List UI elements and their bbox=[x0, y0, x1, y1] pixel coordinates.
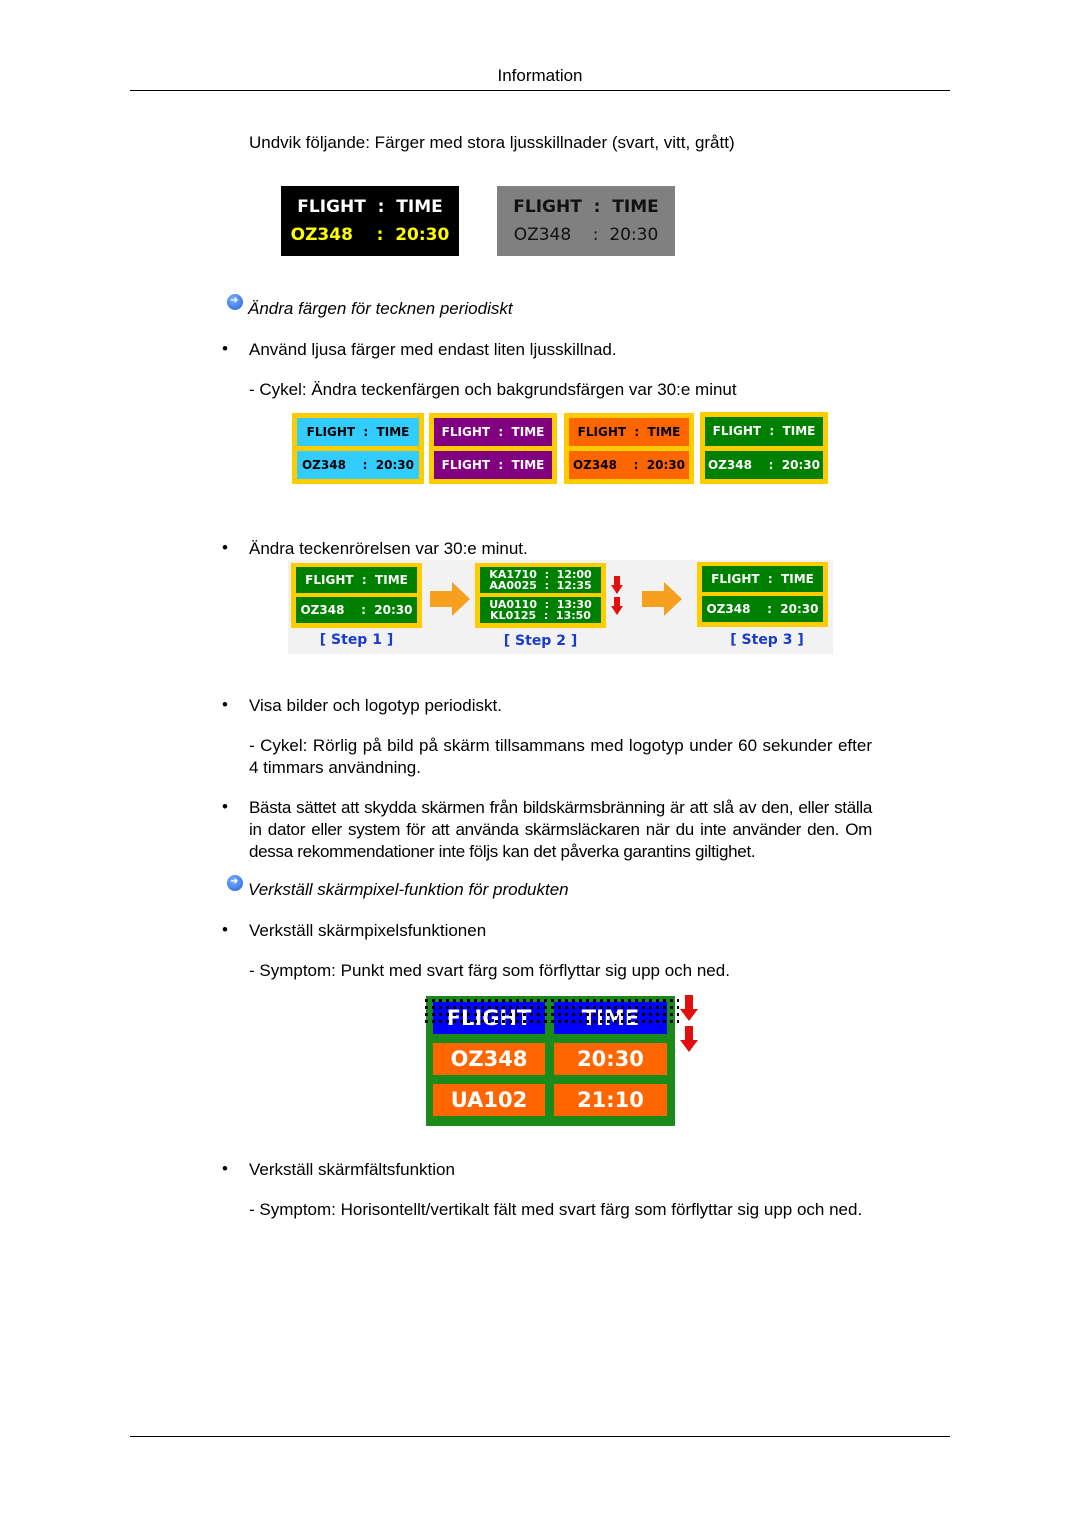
bullet-icon: • bbox=[222, 695, 228, 714]
down-arrow-icon bbox=[611, 576, 623, 594]
board-cell: OZ348 bbox=[433, 1043, 545, 1075]
section-title: Verkställ skärmpixel-funktion för produk… bbox=[248, 880, 569, 899]
right-arrow-icon bbox=[642, 582, 682, 616]
cycle-board: FLIGHT : TIME OZ348 : 20:30 bbox=[700, 412, 828, 484]
step2-board: KA1710 : 12:00 AA0025 : 12:35 UA0110 : 1… bbox=[475, 563, 606, 628]
step-label: [ Step 3 ] bbox=[730, 632, 804, 648]
board-row: OZ348 : 20:30 bbox=[702, 596, 823, 622]
bullet-text: Verkställ skärmfältsfunktion bbox=[249, 1160, 455, 1179]
sub-text: - Cykel: Ändra teckenfärgen och bakgrund… bbox=[249, 380, 737, 399]
board-row: FLIGHT : TIME bbox=[705, 417, 823, 446]
board-cell: 21:10 bbox=[554, 1084, 667, 1116]
right-arrow-icon bbox=[430, 582, 470, 616]
board-row: OZ348 : 20:30 bbox=[513, 225, 659, 245]
board-row: FLIGHT : TIME bbox=[513, 197, 659, 217]
arrow-circle-icon bbox=[227, 875, 243, 891]
bullet-text: Visa bilder och logotyp periodiskt. bbox=[249, 696, 502, 715]
step3-board: FLIGHT : TIME OZ348 : 20:30 bbox=[697, 562, 828, 627]
board-cell: 20:30 bbox=[554, 1043, 667, 1075]
scroll-line: AA0025 : 12:35 bbox=[489, 579, 592, 592]
bullet-text: Ändra teckenrörelsen var 30:e minut. bbox=[249, 539, 528, 558]
bullet-text: Använd ljusa färger med endast liten lju… bbox=[249, 340, 617, 359]
bullet-icon: • bbox=[222, 1159, 228, 1178]
board-row: OZ348 : 20:30 bbox=[290, 225, 450, 245]
board-cell: UA102 bbox=[433, 1084, 545, 1116]
header-rule bbox=[130, 90, 950, 91]
intro-text: Undvik följande: Färger med stora ljussk… bbox=[249, 133, 735, 152]
arrow-circle-icon bbox=[227, 294, 243, 310]
bullet-icon: • bbox=[222, 538, 228, 557]
sub-text: - Symptom: Horisontellt/vertikalt fält m… bbox=[249, 1200, 863, 1219]
cycle-board: FLIGHT : TIME OZ348 : 20:30 bbox=[292, 413, 424, 484]
section-title: Ändra färgen för tecknen periodiskt bbox=[248, 299, 513, 318]
step1-board: FLIGHT : TIME OZ348 : 20:30 bbox=[291, 563, 422, 628]
bullet-icon: • bbox=[222, 920, 228, 939]
down-arrow-icon bbox=[611, 597, 623, 615]
board-row: FLIGHT : TIME bbox=[569, 418, 689, 446]
board-row: OZ348 : 20:30 bbox=[297, 451, 419, 479]
page-header-title: Information bbox=[497, 66, 583, 85]
board-row: FLIGHT : TIME bbox=[297, 197, 443, 217]
board-row: FLIGHT : TIME bbox=[296, 567, 417, 593]
board-row: OZ348 : 20:30 bbox=[296, 597, 417, 623]
board-row: UA0110 : 13:30 KL0125 : 13:50 bbox=[480, 597, 601, 623]
cycle-board: FLIGHT : TIME FLIGHT : TIME bbox=[429, 413, 557, 484]
board-row: KA1710 : 12:00 AA0025 : 12:35 bbox=[480, 567, 601, 593]
bullet-icon: • bbox=[222, 797, 228, 816]
board-row: FLIGHT : TIME bbox=[434, 451, 552, 479]
down-arrow-icon bbox=[680, 995, 698, 1021]
board-row: OZ348 : 20:30 bbox=[705, 450, 823, 479]
step-label: [ Step 1 ] bbox=[319, 632, 394, 648]
board-row: FLIGHT : TIME bbox=[297, 418, 419, 446]
board-row: FLIGHT : TIME bbox=[702, 566, 823, 592]
cycle-board: FLIGHT : TIME OZ348 : 20:30 bbox=[564, 413, 694, 484]
bullet-text: Bästa sättet att skydda skärmen från bil… bbox=[249, 798, 872, 861]
contrast-example-dark: FLIGHT : TIME OZ348 : 20:30 bbox=[281, 186, 459, 256]
bullet-icon: • bbox=[222, 339, 228, 358]
board-row: FLIGHT : TIME bbox=[434, 418, 552, 446]
bullet-text: Verkställ skärmpixelsfunktionen bbox=[249, 921, 487, 940]
board-row: OZ348 : 20:30 bbox=[569, 451, 689, 479]
scroll-line: KL0125 : 13:50 bbox=[490, 609, 591, 622]
pixel-shift-board: FLIGHT TIME OZ348 20:30 UA102 21:10 bbox=[424, 996, 679, 1126]
footer-rule bbox=[130, 1436, 950, 1437]
contrast-example-gray: FLIGHT : TIME OZ348 : 20:30 bbox=[497, 186, 675, 256]
black-dot-pattern bbox=[424, 998, 679, 1024]
step-label: [ Step 2 ] bbox=[503, 633, 578, 649]
down-arrow-icon bbox=[680, 1026, 698, 1052]
sub-text: - Cykel: Rörlig på bild på skärm tillsam… bbox=[249, 736, 872, 777]
sub-text: - Symptom: Punkt med svart färg som förf… bbox=[249, 961, 730, 980]
